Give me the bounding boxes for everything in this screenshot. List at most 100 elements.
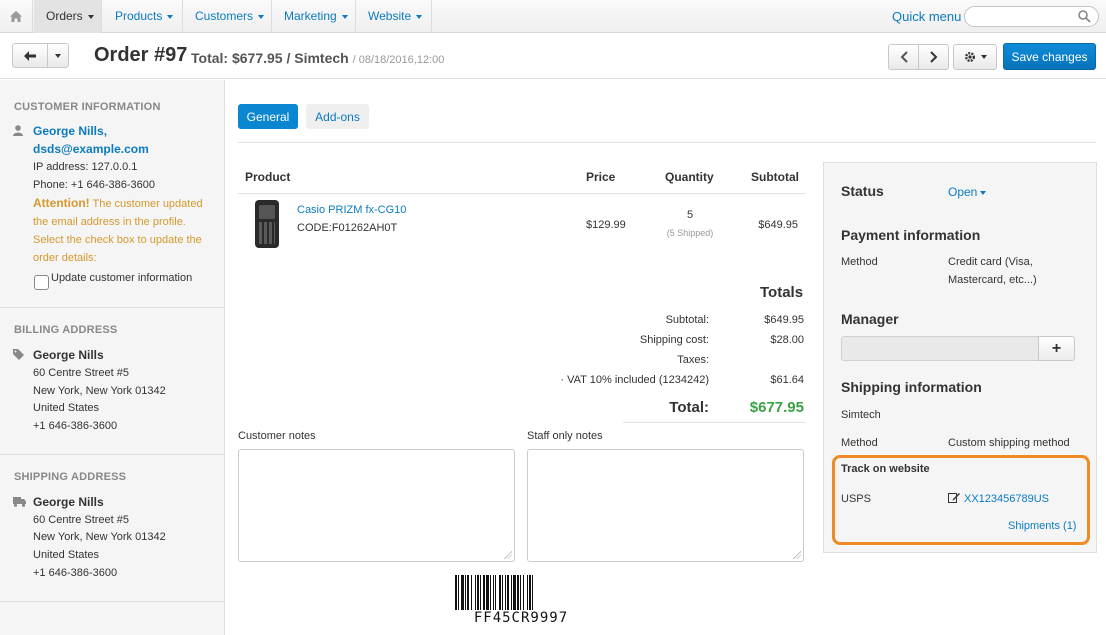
barcode-bar [502, 575, 503, 610]
truck-icon [13, 497, 26, 507]
product-name-link[interactable]: Casio PRIZM fx-CG10 [297, 204, 406, 216]
totals-title: Totals [760, 284, 804, 301]
next-order-button[interactable] [918, 44, 949, 70]
barcode-bar [523, 575, 524, 610]
shipping-vendor: Simtech [841, 409, 881, 421]
shipping-phone: +1 646-386-3600 [33, 567, 118, 579]
shipping-name: George Nills [33, 495, 104, 509]
sidebar: CUSTOMER INFORMATION George Nills, dsds@… [0, 80, 225, 635]
chevron-down-icon [87, 14, 94, 19]
barcode-bar [467, 575, 469, 610]
add-manager-button[interactable]: + [1038, 336, 1075, 361]
shipping-city: New York, New York 01342 [33, 531, 166, 543]
product-image[interactable] [255, 200, 279, 248]
customer-email-link[interactable]: dsds@example.com [33, 141, 149, 157]
back-button[interactable] [12, 43, 48, 68]
column-header-product: Product [245, 170, 291, 184]
status-dropdown[interactable]: Open [948, 185, 987, 199]
shipping-info-heading: Shipping information [841, 379, 982, 395]
barcode-bar [505, 575, 506, 610]
carrier-name: USPS [841, 493, 871, 505]
shipments-link[interactable]: Shipments (1) [1008, 520, 1076, 532]
staff-notes-field[interactable] [527, 449, 804, 562]
status-heading: Status [841, 183, 884, 199]
barcode-bar [527, 575, 528, 610]
shipping-method-label: Method [841, 437, 878, 449]
shipping-address-section: SHIPPING ADDRESS George Nills 60 Centre … [0, 455, 224, 602]
manager-heading: Manager [841, 311, 899, 327]
shipping-street: 60 Centre Street #5 [33, 514, 130, 526]
chevron-down-icon [416, 14, 423, 19]
barcode-bar [499, 575, 501, 610]
barcode-bar [486, 575, 489, 610]
taxes-label: Taxes: [677, 354, 709, 366]
barcode-bar [529, 575, 531, 610]
customer-phone: Phone: +1 646-386-3600 [33, 179, 156, 191]
resize-handle[interactable] [793, 551, 801, 559]
page-title: Order #97 [94, 44, 188, 66]
customer-notes-field[interactable] [238, 449, 515, 562]
order-vendor: Simtech [294, 50, 349, 66]
barcode-bar [495, 575, 496, 610]
resize-handle[interactable] [504, 551, 512, 559]
payment-method-label: Method [841, 256, 878, 268]
home-icon [10, 11, 22, 22]
tracking-number-link[interactable]: XX123456789US [964, 493, 1049, 505]
section-heading: SHIPPING ADDRESS [14, 471, 127, 483]
order-summary: Total: $677.95 / Simtech / 08/18/2016,12… [191, 50, 445, 66]
barcode-bar [477, 575, 479, 610]
tab-addons[interactable]: Add-ons [306, 104, 369, 129]
nav-website[interactable]: Website [356, 0, 432, 33]
section-heading: BILLING ADDRESS [14, 324, 118, 336]
back-dropdown-button[interactable] [47, 43, 69, 68]
tab-general[interactable]: General [238, 104, 298, 129]
gear-icon [964, 52, 975, 62]
tag-icon [13, 349, 24, 360]
shipping-cost-label: Shipping cost: [639, 334, 709, 346]
save-changes-button[interactable]: Save changes [1003, 43, 1096, 70]
edit-icon[interactable] [948, 492, 960, 503]
nav-products[interactable]: Products [103, 0, 183, 33]
column-header-quantity: Quantity [665, 170, 714, 184]
barcode-bar [520, 575, 521, 610]
update-customer-label[interactable]: Update customer information [51, 272, 192, 284]
product-quantity: 5 [686, 209, 694, 221]
barcode-bar [461, 575, 464, 610]
shipping-method-value: Custom shipping method [948, 437, 1070, 449]
customer-name-link[interactable]: George Nills, [33, 123, 107, 139]
order-total: Total: $677.95 [191, 50, 283, 66]
barcode-text: FF45CR9997 [473, 610, 569, 626]
section-heading: CUSTOMER INFORMATION [14, 101, 161, 113]
billing-street: 60 Centre Street #5 [33, 367, 130, 379]
chevron-down-icon [55, 53, 61, 58]
product-code: CODE:F01262AH0T [297, 222, 398, 234]
page-header: Order #97 Total: $677.95 / Simtech / 08/… [0, 34, 1106, 79]
nav-marketing[interactable]: Marketing [272, 0, 356, 33]
barcode-bar [455, 575, 457, 610]
prev-order-button[interactable] [888, 44, 919, 70]
billing-name: George Nills [33, 348, 104, 362]
total-value: $677.95 [749, 399, 804, 416]
barcode [455, 575, 533, 610]
nav-orders[interactable]: Orders [34, 0, 102, 33]
billing-city: New York, New York 01342 [33, 385, 166, 397]
home-button[interactable] [0, 0, 33, 33]
product-shipped: (5 Shipped) [666, 228, 714, 238]
settings-button[interactable] [953, 44, 997, 70]
chevron-left-icon [900, 51, 908, 63]
billing-address-section: BILLING ADDRESS George Nills 60 Centre S… [0, 308, 224, 455]
search-input[interactable] [964, 6, 1099, 27]
quick-menu-link[interactable]: Quick menu [892, 9, 961, 24]
update-customer-checkbox[interactable] [34, 275, 49, 290]
chevron-down-icon [341, 14, 348, 19]
nav-customers[interactable]: Customers [183, 0, 272, 33]
chevron-down-icon [980, 55, 987, 59]
barcode-bar [517, 575, 519, 610]
shipping-country: United States [33, 549, 100, 561]
product-subtotal: $649.95 [758, 219, 798, 231]
manager-input[interactable] [841, 336, 1039, 361]
table-header-divider [238, 193, 805, 194]
barcode-bar [511, 575, 512, 610]
barcode-bar [483, 575, 485, 610]
search-icon[interactable] [1078, 10, 1091, 23]
